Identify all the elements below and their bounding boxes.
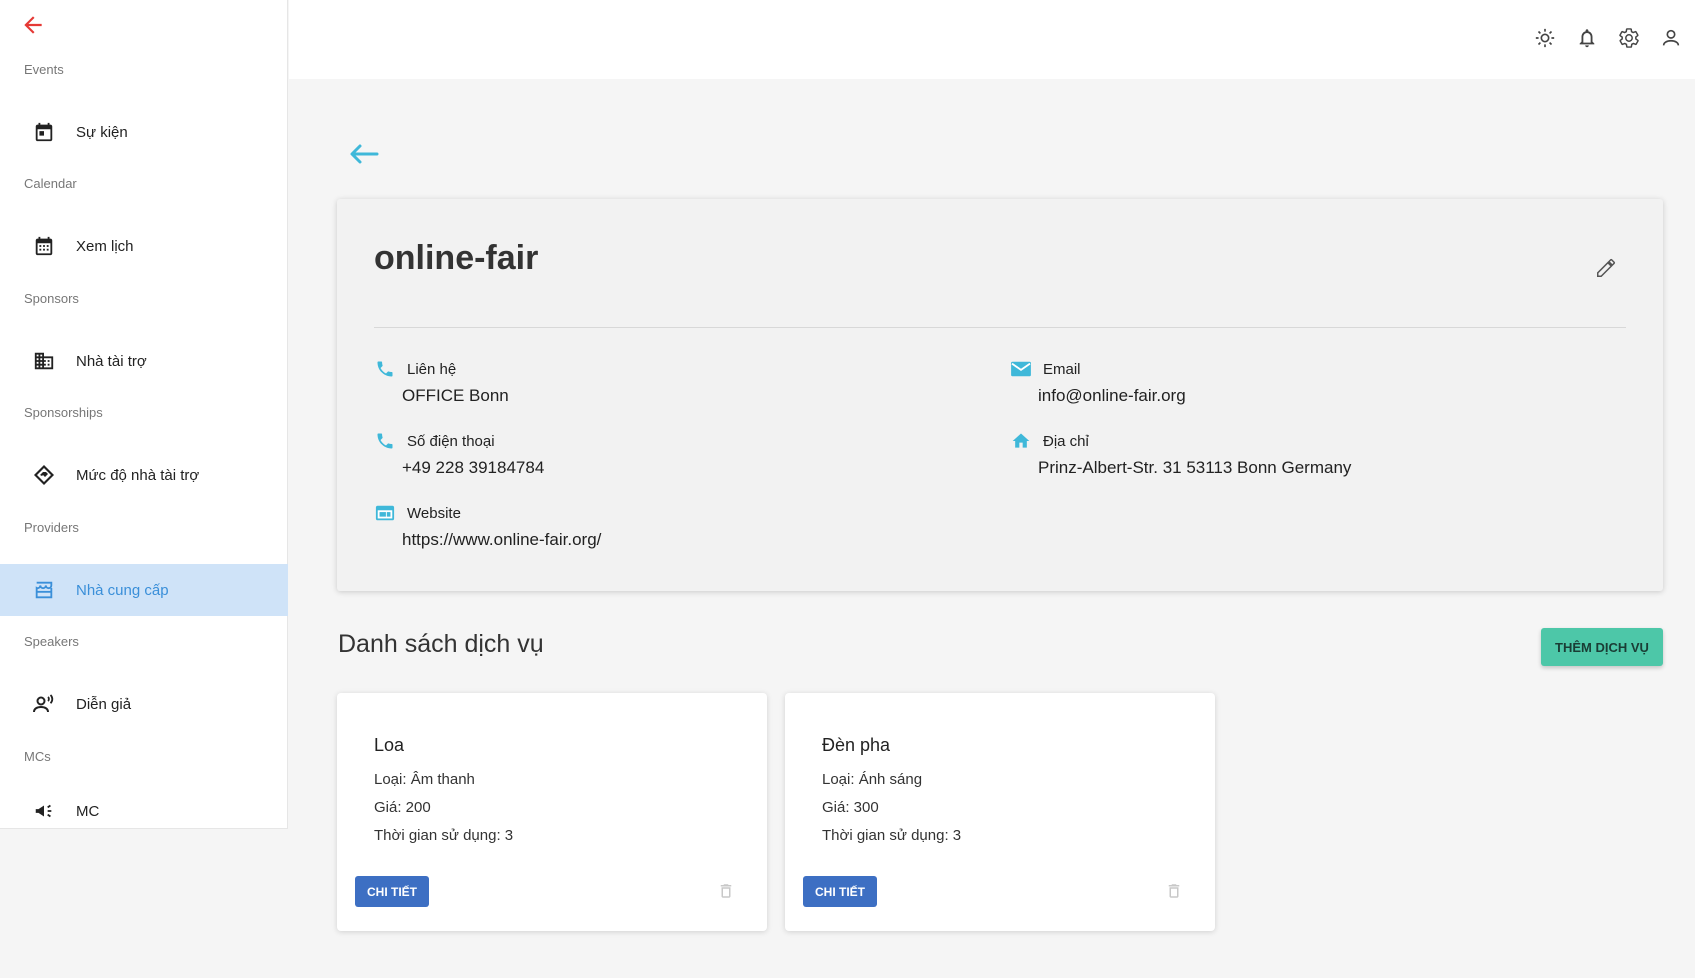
top-bar-actions (1533, 26, 1683, 50)
sidebar-item-providers[interactable]: Nhà cung cấp (0, 564, 288, 616)
detail-button[interactable]: CHI TIẾT (803, 876, 877, 907)
service-name: Loa (374, 735, 405, 755)
service-type: Loại: Âm thanh (374, 771, 475, 788)
sun-icon[interactable] (1533, 26, 1557, 50)
add-service-button[interactable]: THÊM DỊCH VỤ (1541, 628, 1663, 666)
website-value[interactable]: https://www.online-fair.org/ (402, 530, 601, 550)
contact-label: Liên hệ (407, 360, 457, 378)
address-label: Địa chỉ (1043, 432, 1089, 450)
service-price: Giá: 200 (374, 799, 431, 816)
sidebar-item-sponsorships[interactable]: Mức độ nhà tài trợ (0, 449, 288, 501)
speaker-icon (32, 692, 56, 716)
sidebar-group-mcs: MCs (24, 749, 51, 764)
service-card: Đèn pha Loại: Ánh sáng Giá: 300 Thời gia… (785, 693, 1215, 931)
store-icon (32, 578, 56, 602)
detail-button[interactable]: CHI TIẾT (355, 876, 429, 907)
sidebar-group-speakers: Speakers (24, 634, 79, 649)
sidebar-item-speakers[interactable]: Diễn giả (0, 678, 288, 730)
phone-icon (374, 358, 396, 380)
home-icon (1010, 430, 1032, 452)
sidebar-item-label: Nhà tài trợ (76, 352, 147, 370)
service-type: Loại: Ánh sáng (822, 771, 923, 788)
back-arrow-icon[interactable] (20, 12, 46, 38)
sidebar-item-label: Xem lịch (76, 237, 134, 255)
web-icon (374, 502, 396, 524)
website-field: Website https://www.online-fair.org/ (374, 502, 601, 550)
edit-pencil-icon[interactable] (1595, 257, 1619, 281)
sidebar-group-events: Events (24, 62, 64, 77)
email-field: Email info@online-fair.org (1010, 358, 1186, 406)
address-value: Prinz-Albert-Str. 31 53113 Bonn Germany (1038, 458, 1352, 477)
calendar-grid-icon (32, 234, 56, 258)
phone-field: Số điện thoại +49 228 39184784 (374, 430, 544, 478)
sidebar-group-sponsorships: Sponsorships (24, 405, 103, 420)
gear-icon[interactable] (1617, 26, 1641, 50)
phone-label: Số điện thoại (407, 432, 495, 450)
phone-value: +49 228 39184784 (402, 458, 545, 477)
bell-icon[interactable] (1575, 26, 1599, 50)
handshake-icon (32, 463, 56, 487)
contact-value: OFFICE Bonn (402, 386, 509, 405)
sidebar-group-calendar: Calendar (24, 176, 77, 191)
calendar-day-icon (32, 120, 56, 144)
sidebar-item-sponsors[interactable]: Nhà tài trợ (0, 335, 288, 387)
service-price: Giá: 300 (822, 799, 879, 816)
sidebar-group-providers: Providers (24, 520, 79, 535)
mail-icon (1010, 358, 1032, 380)
service-card: Loa Loại: Âm thanh Giá: 200 Thời gian sử… (337, 693, 767, 931)
trash-icon[interactable] (717, 881, 737, 903)
email-label: Email (1043, 360, 1081, 378)
service-duration: Thời gian sử dụng: 3 (822, 827, 962, 844)
back-arrow-icon[interactable] (348, 142, 380, 166)
sidebar-item-label: Nhà cung cấp (76, 581, 169, 599)
service-name: Đèn pha (822, 735, 891, 755)
service-duration: Thời gian sử dụng: 3 (374, 827, 514, 844)
email-value[interactable]: info@online-fair.org (1038, 386, 1186, 406)
top-bar (289, 0, 1695, 79)
sidebar-item-mcs[interactable]: MC (0, 793, 288, 829)
sidebar-item-calendar[interactable]: Xem lịch (0, 220, 288, 272)
services-title: Danh sách dịch vụ (338, 630, 544, 658)
sidebar: Events Sự kiện Calendar Xem lịch Sponsor… (0, 0, 288, 829)
provider-name: online-fair (374, 239, 539, 277)
sidebar-group-sponsors: Sponsors (24, 291, 79, 306)
megaphone-icon (32, 799, 56, 823)
building-icon (32, 349, 56, 373)
address-field: Địa chỉ Prinz-Albert-Str. 31 53113 Bonn … (1010, 430, 1351, 478)
contact-field: Liên hệ OFFICE Bonn (374, 358, 509, 406)
sidebar-item-label: Mức độ nhà tài trợ (76, 466, 200, 484)
sidebar-item-label: Sự kiện (76, 123, 128, 141)
provider-info-card: online-fair Liên hệ OFFICE Bonn Số điện … (337, 199, 1663, 591)
trash-icon[interactable] (1165, 881, 1185, 903)
website-label: Website (407, 504, 461, 522)
divider (374, 327, 1626, 328)
user-icon[interactable] (1659, 26, 1683, 50)
sidebar-item-events[interactable]: Sự kiện (0, 106, 288, 158)
sidebar-item-label: Diễn giả (76, 695, 132, 713)
sidebar-item-label: MC (76, 802, 100, 820)
phone-icon (374, 430, 396, 452)
